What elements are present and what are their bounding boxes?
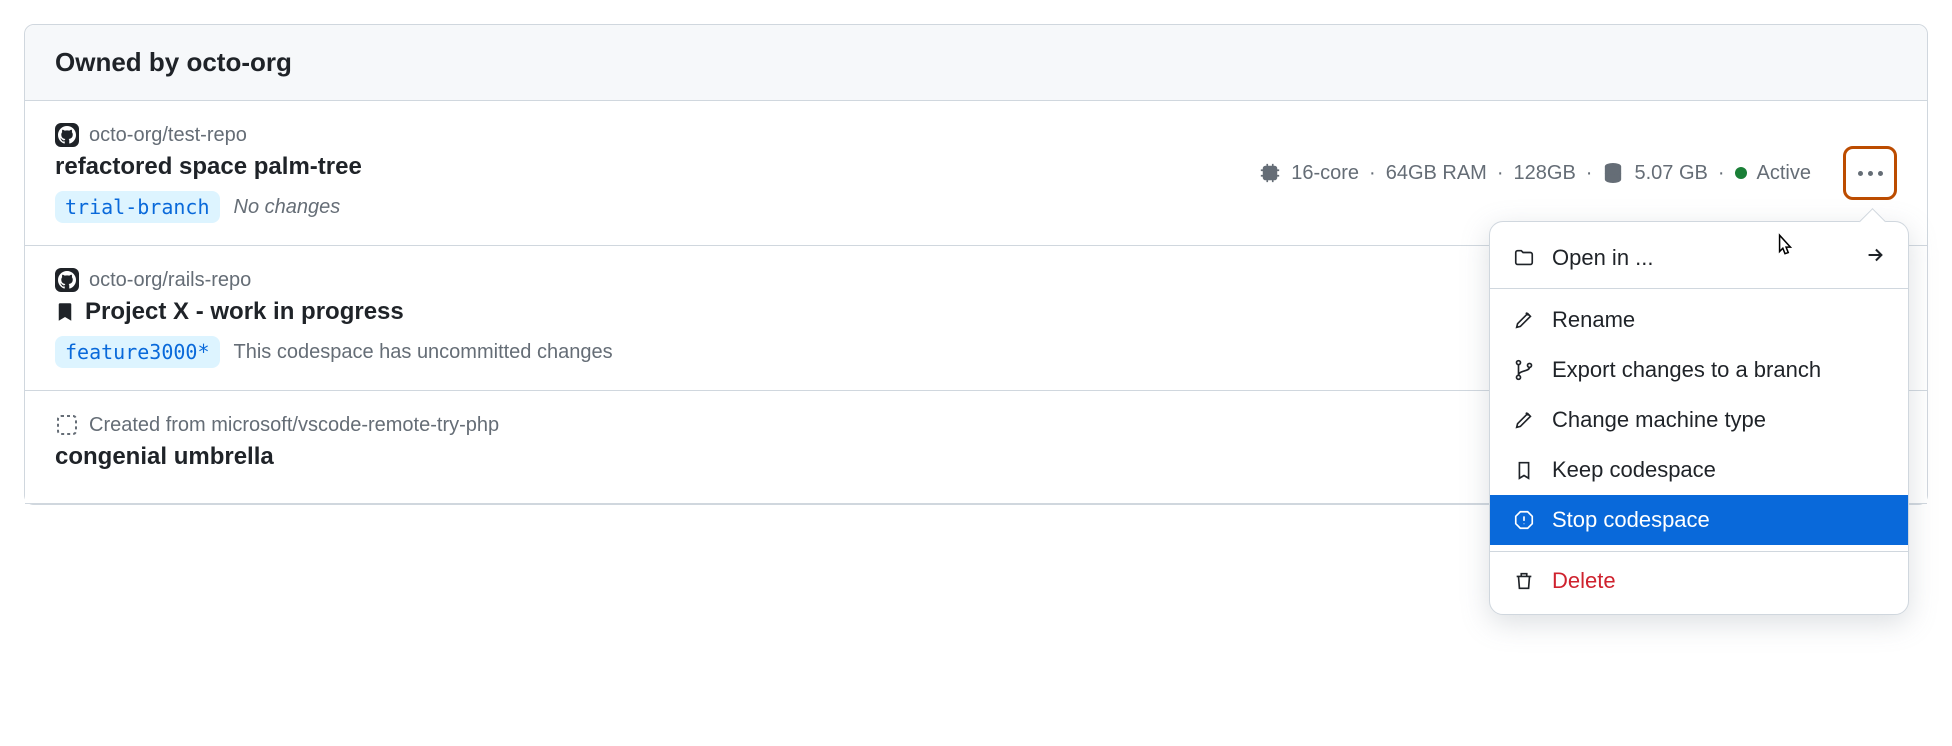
changes-text: This codespace has uncommitted changes bbox=[234, 341, 613, 364]
menu-rename[interactable]: Rename bbox=[1490, 295, 1908, 345]
separator-dot: · bbox=[1586, 162, 1593, 185]
panel-header: Owned by octo-org bbox=[25, 25, 1927, 101]
changes-text: No changes bbox=[234, 196, 341, 219]
repo-name[interactable]: octo-org/test-repo bbox=[89, 124, 247, 147]
repo-line: octo-org/rails-repo bbox=[55, 268, 1586, 292]
separator-dot: · bbox=[1718, 162, 1725, 185]
codespace-name-line: Project X - work in progress bbox=[55, 298, 1586, 326]
actions-menu: Open in ... Rename Export changes to a b… bbox=[1489, 221, 1909, 615]
storage-spec: 5.07 GB bbox=[1634, 162, 1707, 185]
stop-icon bbox=[1512, 509, 1536, 531]
repo-name[interactable]: octo-org/rails-repo bbox=[89, 269, 251, 292]
menu-stop-codespace[interactable]: Stop codespace bbox=[1490, 495, 1908, 545]
repo-line: Created from microsoft/vscode-remote-try… bbox=[55, 413, 1597, 437]
row-left: octo-org/rails-repo Project X - work in … bbox=[55, 268, 1586, 368]
menu-label: Stop codespace bbox=[1552, 507, 1710, 533]
status-text: Active bbox=[1757, 162, 1811, 185]
codespace-name[interactable]: congenial umbrella bbox=[55, 443, 274, 471]
pencil-icon bbox=[1512, 409, 1536, 431]
branch-line: trial-branch No changes bbox=[55, 191, 1259, 223]
bookmark-icon bbox=[55, 302, 75, 322]
cpu-spec: 16-core bbox=[1291, 162, 1359, 185]
menu-label: Open in ... bbox=[1552, 245, 1654, 271]
disk-spec: 128GB bbox=[1514, 162, 1576, 185]
codespace-name-line: refactored space palm-tree bbox=[55, 153, 1259, 181]
menu-open-in[interactable]: Open in ... bbox=[1490, 230, 1908, 289]
bookmark-outline-icon bbox=[1512, 459, 1536, 481]
menu-label: Delete bbox=[1552, 568, 1616, 594]
org-avatar-icon bbox=[55, 268, 79, 292]
row-left: octo-org/test-repo refactored space palm… bbox=[55, 123, 1259, 223]
row-specs: 16-core · 64GB RAM · 128GB · 5.07 GB · A… bbox=[1259, 146, 1897, 200]
ram-spec: 64GB RAM bbox=[1386, 162, 1487, 185]
menu-delete[interactable]: Delete bbox=[1490, 551, 1908, 606]
codespaces-panel: Owned by octo-org octo-org/test-repo ref… bbox=[24, 24, 1928, 505]
codespace-name-line: congenial umbrella bbox=[55, 443, 1597, 471]
created-from-text: Created from microsoft/vscode-remote-try… bbox=[89, 414, 499, 437]
database-icon bbox=[1602, 162, 1624, 184]
codespace-name[interactable]: refactored space palm-tree bbox=[55, 153, 362, 181]
separator-dot: · bbox=[1369, 162, 1376, 185]
arrow-right-icon bbox=[1864, 244, 1886, 272]
pencil-icon bbox=[1512, 309, 1536, 331]
trash-icon bbox=[1512, 570, 1536, 592]
menu-export-branch[interactable]: Export changes to a branch bbox=[1490, 345, 1908, 395]
separator-dot: · bbox=[1497, 162, 1504, 185]
repo-line: octo-org/test-repo bbox=[55, 123, 1259, 147]
branch-line: feature3000* This codespace has uncommit… bbox=[55, 336, 1586, 368]
menu-label: Keep codespace bbox=[1552, 457, 1716, 483]
branch-chip[interactable]: feature3000* bbox=[55, 336, 220, 368]
codespace-name[interactable]: Project X - work in progress bbox=[85, 298, 404, 326]
menu-label: Change machine type bbox=[1552, 407, 1766, 433]
menu-keep-codespace[interactable]: Keep codespace bbox=[1490, 445, 1908, 495]
actions-kebab-button[interactable] bbox=[1843, 146, 1897, 200]
branch-chip[interactable]: trial-branch bbox=[55, 191, 220, 223]
folder-icon bbox=[1512, 247, 1536, 269]
cpu-icon bbox=[1259, 162, 1281, 184]
panel-title: Owned by octo-org bbox=[55, 47, 292, 77]
menu-change-machine[interactable]: Change machine type bbox=[1490, 395, 1908, 445]
git-branch-icon bbox=[1512, 359, 1536, 381]
org-avatar-icon bbox=[55, 123, 79, 147]
menu-label: Rename bbox=[1552, 307, 1635, 333]
status-dot-icon bbox=[1735, 167, 1747, 179]
row-left: Created from microsoft/vscode-remote-try… bbox=[55, 413, 1597, 481]
template-icon bbox=[55, 413, 79, 437]
menu-label: Export changes to a branch bbox=[1552, 357, 1821, 383]
